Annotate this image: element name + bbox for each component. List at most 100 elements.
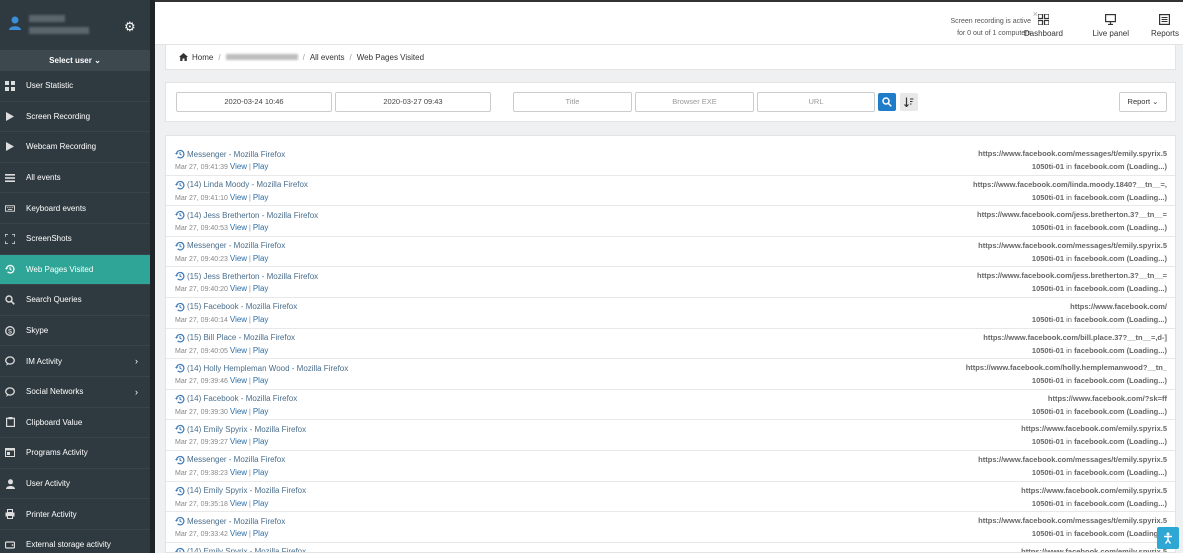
- browser-exe-filter-input[interactable]: Browser EXE: [635, 92, 754, 112]
- row-title[interactable]: (14) Emily Spyrix - Mozilla Firefox: [175, 424, 306, 434]
- row-title-text: (15) Bill Place - Mozilla Firefox: [187, 333, 296, 343]
- play-link[interactable]: Play: [253, 376, 269, 385]
- play-link[interactable]: Play: [253, 499, 269, 508]
- row-url[interactable]: https://www.facebook.com/bill.place.37?_…: [983, 333, 1167, 342]
- breadcrumb-all-events[interactable]: All events: [310, 53, 345, 62]
- play-link[interactable]: Play: [253, 284, 269, 293]
- live-panel-button[interactable]: Live panel: [1093, 14, 1129, 38]
- sidebar-item-screen-recording[interactable]: Screen Recording: [0, 102, 150, 133]
- view-link[interactable]: View: [230, 499, 247, 508]
- row-title[interactable]: Messenger - Mozilla Firefox: [175, 149, 285, 159]
- view-link[interactable]: View: [230, 284, 247, 293]
- gear-icon[interactable]: ⚙: [124, 20, 136, 33]
- view-link[interactable]: View: [230, 315, 247, 324]
- breadcrumb-home[interactable]: Home: [192, 53, 213, 62]
- row-title[interactable]: (14) Linda Moody - Mozilla Firefox: [175, 180, 308, 190]
- play-link[interactable]: Play: [253, 529, 269, 538]
- history-icon: [175, 517, 185, 526]
- sidebar-item-keyboard-events[interactable]: Keyboard events: [0, 193, 150, 224]
- view-link[interactable]: View: [230, 529, 247, 538]
- row-title[interactable]: (14) Holly Hempleman Wood - Mozilla Fire…: [175, 363, 348, 373]
- row-url[interactable]: https://www.facebook.com/messages/t/emil…: [978, 455, 1167, 464]
- help-button[interactable]: [1157, 527, 1179, 549]
- sidebar-item-label: Webcam Recording: [26, 142, 97, 152]
- sidebar-item-screenshots[interactable]: ScreenShots: [0, 224, 150, 255]
- sidebar-item-skype[interactable]: S Skype: [0, 316, 150, 347]
- link-separator: |: [249, 225, 251, 233]
- sidebar-scrollbar[interactable]: [150, 0, 155, 553]
- sidebar-item-clipboard-value[interactable]: Clipboard Value: [0, 408, 150, 439]
- row-url[interactable]: https://www.facebook.com/messages/t/emil…: [978, 241, 1167, 250]
- row-url[interactable]: https://www.facebook.com/linda.moody.184…: [973, 180, 1167, 189]
- row-source: 1050ti-01 in facebook.com (Loading...): [1032, 162, 1167, 171]
- user-avatar-icon[interactable]: [9, 16, 21, 30]
- row-url[interactable]: https://www.facebook.com/emily.spyrix.5: [1021, 547, 1167, 552]
- keyboard-icon: [5, 203, 15, 213]
- view-link[interactable]: View: [230, 223, 247, 232]
- view-link[interactable]: View: [230, 193, 247, 202]
- sidebar-item-search-queries[interactable]: Search Queries: [0, 285, 150, 316]
- breadcrumb-separator: /: [218, 52, 221, 62]
- row-site: facebook.com (Loading...): [1074, 162, 1167, 171]
- view-link[interactable]: View: [230, 468, 247, 477]
- row-title[interactable]: Messenger - Mozilla Firefox: [175, 241, 285, 251]
- row-url[interactable]: https://www.facebook.com/messages/t/emil…: [978, 149, 1167, 158]
- date-to-input[interactable]: 2020-03-27 09:43: [335, 92, 491, 112]
- row-title[interactable]: (15) Bill Place - Mozilla Firefox: [175, 333, 295, 343]
- view-link[interactable]: View: [230, 162, 247, 171]
- title-filter-input[interactable]: Title: [513, 92, 632, 112]
- view-link[interactable]: View: [230, 376, 247, 385]
- row-url[interactable]: https://www.facebook.com/: [1070, 302, 1167, 311]
- row-title[interactable]: (15) Jess Bretherton - Mozilla Firefox: [175, 271, 318, 281]
- report-dropdown[interactable]: Report ⌄: [1119, 92, 1167, 112]
- row-url[interactable]: https://www.facebook.com/?sk=ff: [1048, 394, 1167, 403]
- sort-button[interactable]: [900, 93, 918, 111]
- home-icon[interactable]: [179, 53, 188, 61]
- sidebar-item-social-networks[interactable]: Social Networks ›: [0, 377, 150, 408]
- sidebar-item-webcam-recording[interactable]: Webcam Recording: [0, 132, 150, 163]
- play-link[interactable]: Play: [253, 407, 269, 416]
- sidebar-item-user-statistic[interactable]: User Statistic: [0, 71, 150, 102]
- row-url[interactable]: https://www.facebook.com/emily.spyrix.5: [1021, 424, 1167, 433]
- dashboard-button[interactable]: Dashboard: [1024, 14, 1063, 38]
- breadcrumb-user-redacted[interactable]: [225, 54, 298, 60]
- select-user-dropdown[interactable]: Select user ⌄: [0, 50, 150, 71]
- sidebar-item-programs-activity[interactable]: Programs Activity: [0, 438, 150, 469]
- url-filter-input[interactable]: URL: [757, 92, 875, 112]
- view-link[interactable]: View: [230, 346, 247, 355]
- sidebar-item-external-storage-activity[interactable]: External storage activity: [0, 530, 150, 553]
- view-link[interactable]: View: [230, 437, 247, 446]
- play-link[interactable]: Play: [253, 193, 269, 202]
- row-title[interactable]: (14) Jess Bretherton - Mozilla Firefox: [175, 210, 318, 220]
- view-link[interactable]: View: [230, 254, 247, 263]
- row-url[interactable]: https://www.facebook.com/jess.bretherton…: [977, 271, 1167, 280]
- sidebar-item-all-events[interactable]: All events: [0, 163, 150, 194]
- search-button[interactable]: [878, 93, 896, 111]
- play-link[interactable]: Play: [253, 223, 269, 232]
- play-link[interactable]: Play: [253, 315, 269, 324]
- row-url[interactable]: https://www.facebook.com/holly.hempleman…: [966, 363, 1167, 372]
- date-from-input[interactable]: 2020-03-24 10:46: [176, 92, 332, 112]
- sidebar-item-web-pages-visited[interactable]: Web Pages Visited: [0, 254, 150, 286]
- play-link[interactable]: Play: [253, 162, 269, 171]
- sidebar-item-im-activity[interactable]: IM Activity ›: [0, 346, 150, 377]
- reports-button[interactable]: Reports: [1151, 14, 1179, 38]
- row-title[interactable]: (14) Facebook - Mozilla Firefox: [175, 394, 297, 404]
- view-link[interactable]: View: [230, 407, 247, 416]
- row-url[interactable]: https://www.facebook.com/jess.bretherton…: [977, 210, 1167, 219]
- play-link[interactable]: Play: [253, 437, 269, 446]
- play-link[interactable]: Play: [253, 468, 269, 477]
- row-title[interactable]: (14) Emily Spyrix - Mozilla Firefox: [175, 486, 306, 496]
- sidebar-item-printer-activity[interactable]: Printer Activity: [0, 499, 150, 530]
- row-title[interactable]: Messenger - Mozilla Firefox: [175, 516, 285, 526]
- sidebar-item-user-activity[interactable]: User Activity: [0, 469, 150, 500]
- play-link[interactable]: Play: [253, 254, 269, 263]
- row-url[interactable]: https://www.facebook.com/emily.spyrix.5: [1021, 486, 1167, 495]
- row-site: facebook.com (Loading...): [1074, 529, 1167, 539]
- row-title[interactable]: (15) Facebook - Mozilla Firefox: [175, 302, 297, 312]
- row-timestamp: Mar 27, 09:41:39: [175, 164, 228, 171]
- row-title[interactable]: Messenger - Mozilla Firefox: [175, 455, 285, 465]
- row-url[interactable]: https://www.facebook.com/messages/t/emil…: [978, 516, 1167, 525]
- row-title[interactable]: (14) Emily Spyrix - Mozilla Firefox: [175, 547, 306, 552]
- play-link[interactable]: Play: [253, 346, 269, 355]
